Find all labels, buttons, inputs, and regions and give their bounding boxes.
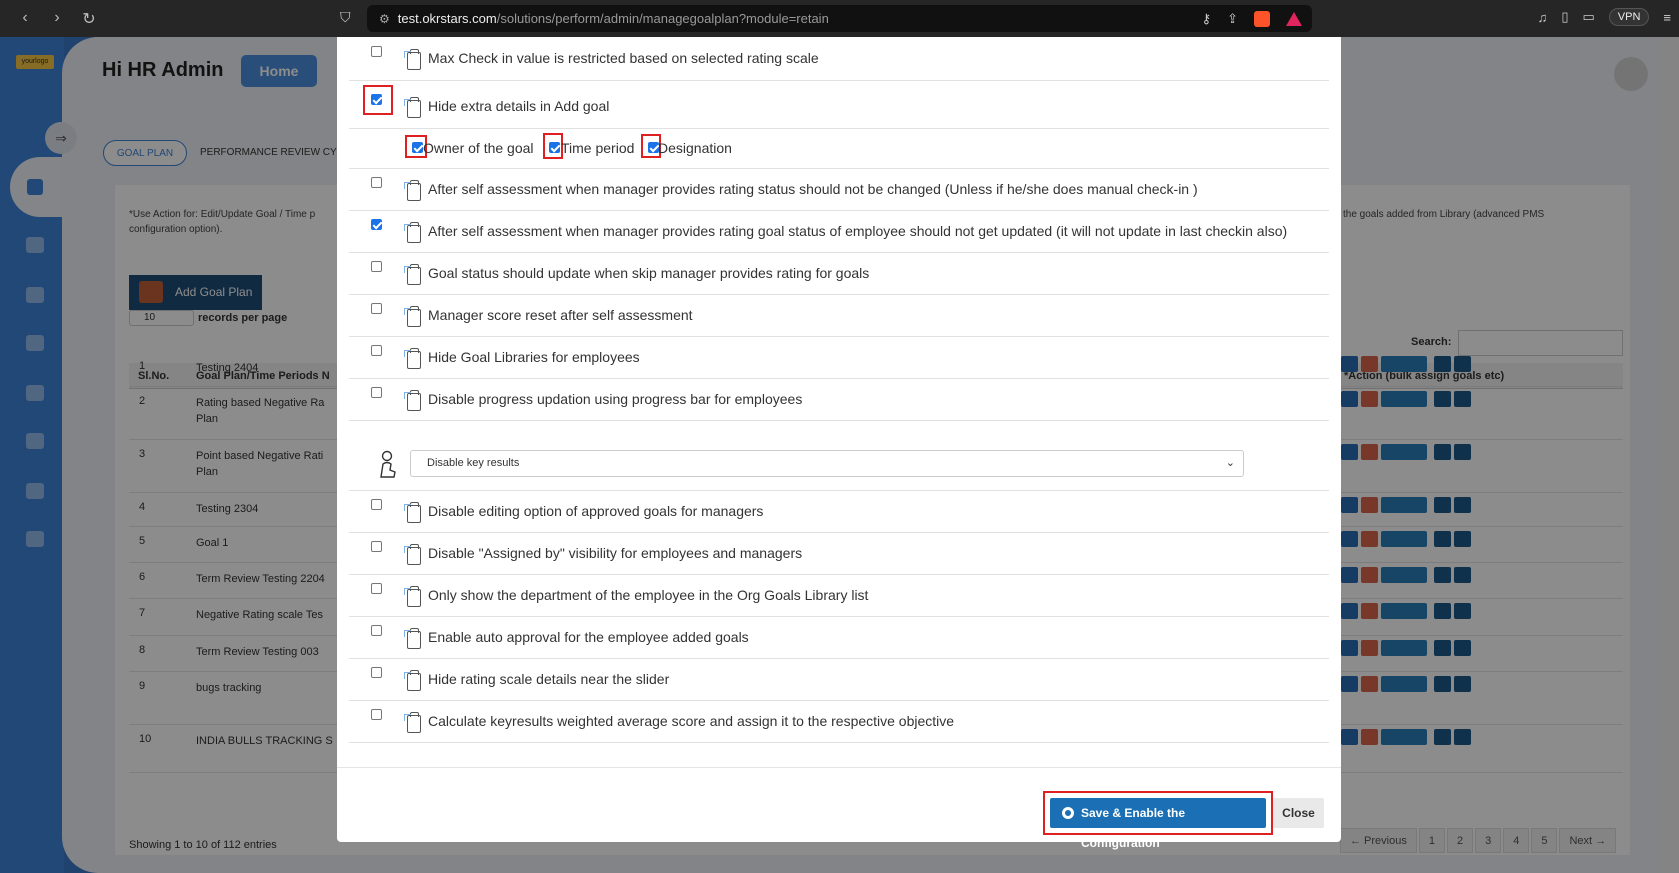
forward-icon[interactable]: › (48, 9, 66, 29)
clipboard-icon (404, 264, 421, 285)
browser-nav: ‹ › ↻ (16, 9, 98, 29)
config-option-row: Disable editing option of approved goals… (349, 491, 1329, 533)
config-option-label: Disable "Assigned by" visibility for emp… (428, 545, 803, 561)
vpn-button[interactable]: VPN (1608, 8, 1650, 26)
bookmark-icon[interactable]: ⛉ (340, 9, 351, 26)
config-option-checkbox[interactable] (371, 499, 382, 510)
config-option-checkbox[interactable] (371, 625, 382, 636)
config-option-row: Disable progress updation using progress… (349, 379, 1329, 421)
url-path: /solutions/perform/admin/managegoalplan?… (496, 11, 829, 26)
close-button[interactable]: Close (1273, 798, 1324, 828)
back-icon[interactable]: ‹ (16, 9, 34, 29)
brave-rewards-icon[interactable] (1286, 11, 1302, 26)
clipboard-icon (404, 390, 421, 411)
config-option-row: Only show the department of the employee… (349, 575, 1329, 617)
config-option-label: Only show the department of the employee… (428, 587, 869, 603)
config-option-checkbox[interactable] (371, 709, 382, 720)
config-option-row: Calculate keyresults weighted average sc… (349, 701, 1329, 743)
gear-icon (1062, 807, 1074, 819)
clipboard-icon (404, 670, 421, 691)
media-icon[interactable]: ♫ (1538, 10, 1548, 25)
brave-shields-icon[interactable] (1254, 10, 1270, 27)
chevron-down-icon: ⌄ (1225, 457, 1235, 469)
clipboard-icon (404, 544, 421, 565)
browser-toolbar: ‹ › ↻ ⛉ ⚙ test.okrstars.com/solutions/pe… (0, 0, 1679, 37)
key-results-row: Disable key results ⌄ (349, 437, 1329, 491)
config-option-checkbox[interactable] (371, 261, 382, 272)
config-option-label: Goal status should update when skip mana… (428, 265, 870, 281)
clipboard-icon (404, 348, 421, 369)
config-option-checkbox[interactable] (371, 541, 382, 552)
address-bar[interactable]: ⚙ test.okrstars.com/solutions/perform/ad… (367, 5, 1312, 32)
highlight-box (543, 133, 563, 159)
sidebar-toggle-icon[interactable]: ▯ (1561, 9, 1568, 25)
config-option-label: Hide rating scale details near the slide… (428, 671, 670, 687)
config-option-label: Max Check in value is restricted based o… (428, 50, 819, 66)
config-option-label: Hide Goal Libraries for employees (428, 349, 640, 365)
owner-of-goal-label: Owner of the goal (423, 140, 534, 156)
config-option-row: Max Check in value is restricted based o… (349, 37, 1329, 81)
wallet-icon[interactable]: ▭ (1582, 9, 1594, 25)
save-configuration-button[interactable]: Save & Enable the Configuration (1050, 798, 1266, 850)
config-option-row: Manager score reset after self assessmen… (349, 295, 1329, 337)
config-option-label: After self assessment when manager provi… (428, 223, 1288, 239)
clipboard-icon (404, 180, 421, 201)
designation-label: Designation (658, 140, 732, 156)
share-icon[interactable]: ⇪ (1227, 11, 1238, 27)
clipboard-icon (404, 97, 421, 118)
clipboard-icon (404, 306, 421, 327)
config-option-row: After self assessment when manager provi… (349, 169, 1329, 211)
url-host: test.okrstars.com (397, 11, 497, 26)
config-option-row: Hide Goal Libraries for employees (349, 337, 1329, 379)
clipboard-icon (404, 586, 421, 607)
config-option-label: Manager score reset after self assessmen… (428, 307, 693, 323)
config-option-row: Hide extra details in Add goal (349, 85, 1329, 129)
modal-footer-divider (337, 767, 1341, 768)
clipboard-icon (404, 49, 421, 70)
menu-icon[interactable]: ≡ (1663, 10, 1671, 25)
config-option-checkbox[interactable] (371, 46, 382, 57)
config-option-row: Disable "Assigned by" visibility for emp… (349, 533, 1329, 575)
key-results-select-value: Disable key results (427, 457, 520, 469)
reload-icon[interactable]: ↻ (80, 9, 98, 29)
config-option-checkbox[interactable] (371, 177, 382, 188)
person-icon (380, 450, 396, 478)
site-info-icon[interactable]: ⚙ (379, 12, 390, 26)
clipboard-icon (404, 222, 421, 243)
clipboard-icon (404, 628, 421, 649)
config-option-label: After self assessment when manager provi… (428, 181, 1198, 197)
config-option-row: Goal status should update when skip mana… (349, 253, 1329, 295)
config-option-label: Hide extra details in Add goal (428, 98, 610, 114)
config-option-checkbox[interactable] (371, 387, 382, 398)
sub-options-row: Owner of the goal Time period Designatio… (349, 129, 1329, 169)
key-icon[interactable]: ⚷ (1202, 11, 1212, 27)
clipboard-icon (404, 712, 421, 733)
key-results-select[interactable]: Disable key results ⌄ (410, 450, 1244, 477)
config-option-label: Disable editing option of approved goals… (428, 503, 764, 519)
config-option-row: Hide rating scale details near the slide… (349, 659, 1329, 701)
highlight-box (363, 85, 393, 115)
config-option-row: After self assessment when manager provi… (349, 211, 1329, 253)
config-option-checkbox[interactable] (371, 303, 382, 314)
configuration-modal: Max Check in value is restricted based o… (337, 37, 1341, 850)
config-option-label: Disable progress updation using progress… (428, 391, 803, 407)
config-option-label: Enable auto approval for the employee ad… (428, 629, 749, 645)
config-option-label: Calculate keyresults weighted average sc… (428, 713, 955, 729)
clipboard-icon (404, 502, 421, 523)
config-option-checkbox[interactable] (371, 583, 382, 594)
config-option-checkbox[interactable] (371, 667, 382, 678)
config-option-checkbox[interactable] (371, 345, 382, 356)
config-option-checkbox[interactable] (371, 219, 382, 230)
time-period-label: Time period (561, 140, 635, 156)
config-option-row: Enable auto approval for the employee ad… (349, 617, 1329, 659)
